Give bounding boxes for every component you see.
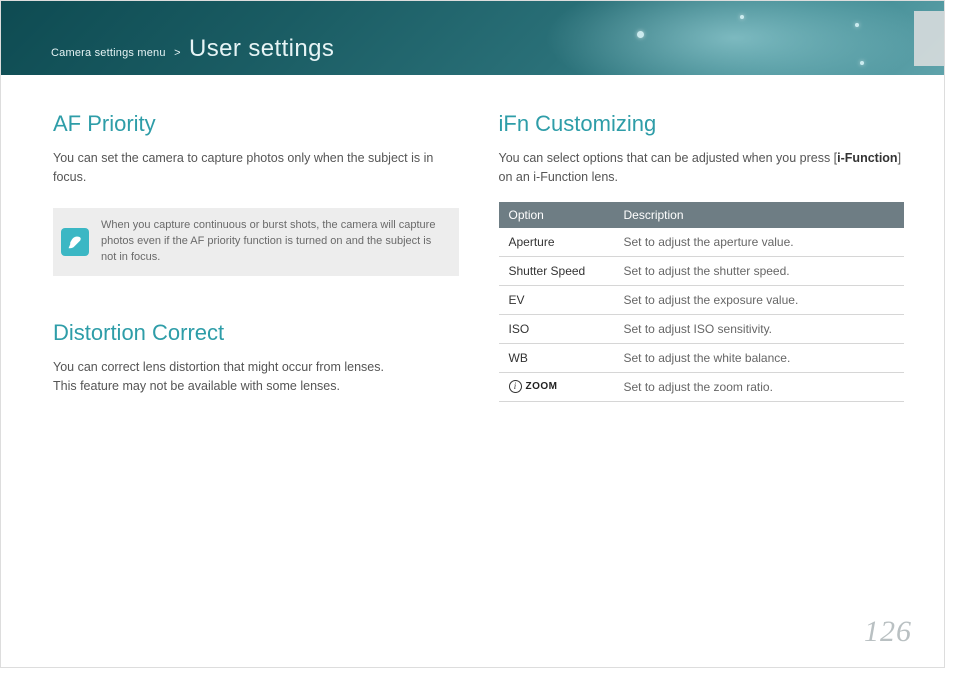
breadcrumb-separator: > — [170, 47, 184, 59]
th-description: Description — [614, 202, 905, 228]
sparkle-dot — [637, 31, 644, 38]
ifn-intro-pre: You can select options that can be adjus… — [499, 151, 838, 165]
section-title-distortion-correct: Distortion Correct — [53, 320, 459, 346]
sparkle-dot — [740, 15, 744, 19]
table-header-row: Option Description — [499, 202, 905, 228]
header-bar: Camera settings menu > User settings — [1, 1, 944, 75]
option-description: Set to adjust the white balance. — [614, 343, 905, 372]
left-column: AF Priority You can set the camera to ca… — [53, 111, 459, 402]
option-description: Set to adjust ISO sensitivity. — [614, 314, 905, 343]
ifn-options-table: Option Description Aperture Set to adjus… — [499, 202, 905, 402]
af-priority-body: You can set the camera to capture photos… — [53, 149, 459, 188]
breadcrumb: Camera settings menu > User settings — [51, 35, 334, 63]
sparkle-dot — [860, 61, 864, 65]
th-option: Option — [499, 202, 614, 228]
option-name: ISO — [499, 314, 614, 343]
option-name: WB — [499, 343, 614, 372]
option-description: Set to adjust the aperture value. — [614, 228, 905, 257]
table-row: EV Set to adjust the exposure value. — [499, 285, 905, 314]
page-frame: Camera settings menu > User settings AF … — [0, 0, 945, 668]
note-text: When you capture continuous or burst sho… — [97, 208, 459, 276]
table-row: i ZOOM Set to adjust the zoom ratio. — [499, 372, 905, 401]
option-name-zoom: i ZOOM — [499, 372, 614, 401]
table-row: Shutter Speed Set to adjust the shutter … — [499, 256, 905, 285]
distortion-body-line2: This feature may not be available with s… — [53, 377, 459, 396]
table-row: WB Set to adjust the white balance. — [499, 343, 905, 372]
right-column: iFn Customizing You can select options t… — [499, 111, 905, 402]
pen-icon — [61, 228, 89, 256]
section-title-ifn: iFn Customizing — [499, 111, 905, 137]
sparkle-dot — [855, 23, 859, 27]
note-icon-container — [53, 208, 97, 276]
option-description: Set to adjust the exposure value. — [614, 285, 905, 314]
circled-i-icon: i — [509, 380, 522, 393]
note-box: When you capture continuous or burst sho… — [53, 208, 459, 276]
option-description: Set to adjust the zoom ratio. — [614, 372, 905, 401]
breadcrumb-parent: Camera settings menu — [51, 47, 166, 59]
section-title-af-priority: AF Priority — [53, 111, 459, 137]
ifn-intro-bold: i-Function — [837, 151, 897, 165]
ifn-intro: You can select options that can be adjus… — [499, 149, 905, 188]
breadcrumb-current: User settings — [189, 35, 334, 62]
page-number: 126 — [864, 615, 912, 649]
content-area: AF Priority You can set the camera to ca… — [1, 75, 944, 402]
option-name: EV — [499, 285, 614, 314]
option-name: Aperture — [499, 228, 614, 257]
distortion-body-line1: You can correct lens distortion that mig… — [53, 358, 459, 377]
option-name: Shutter Speed — [499, 256, 614, 285]
table-row: ISO Set to adjust ISO sensitivity. — [499, 314, 905, 343]
table-row: Aperture Set to adjust the aperture valu… — [499, 228, 905, 257]
side-tab — [914, 11, 944, 66]
zoom-label: ZOOM — [526, 381, 558, 392]
option-description: Set to adjust the shutter speed. — [614, 256, 905, 285]
i-zoom-icon: i ZOOM — [509, 380, 604, 393]
